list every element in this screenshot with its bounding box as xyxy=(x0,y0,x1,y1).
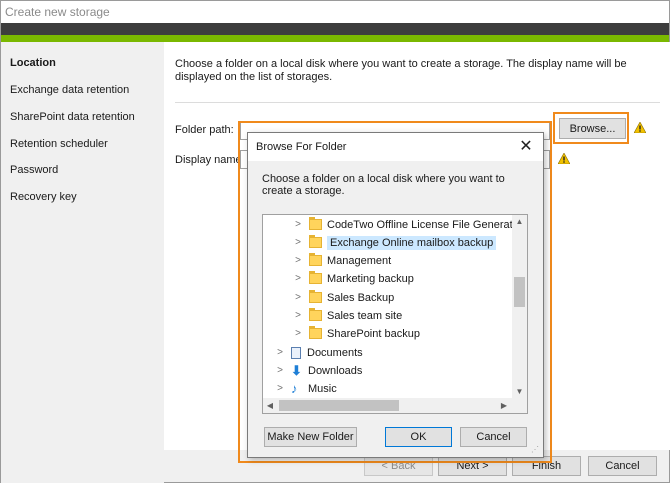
folder-icon xyxy=(309,308,322,321)
chevron-right-icon[interactable]: > xyxy=(293,310,303,321)
tree-item-sales-backup[interactable]: > Sales Backup xyxy=(293,289,394,306)
header-dark-bar xyxy=(1,23,669,35)
tree-item-label: CodeTwo Offline License File Generat xyxy=(327,218,513,231)
browse-highlight xyxy=(553,112,629,144)
sidebar-item-location[interactable]: Location xyxy=(10,57,56,69)
downloads-icon: ⬇ xyxy=(291,363,302,378)
tree-item-label: Music xyxy=(308,382,337,395)
chevron-right-icon[interactable]: > xyxy=(275,347,285,358)
make-new-folder-button[interactable]: Make New Folder xyxy=(264,427,357,447)
chevron-right-icon[interactable]: > xyxy=(293,255,303,266)
tree-item-documents[interactable]: > Documents xyxy=(275,344,363,361)
window-titlebar: Create new storage xyxy=(1,1,669,23)
tree-item-sales-team-site[interactable]: > Sales team site xyxy=(293,307,402,324)
display-name-warning-icon xyxy=(558,153,570,164)
chevron-right-icon[interactable]: > xyxy=(293,292,303,303)
tree-item-label: Documents xyxy=(307,346,363,359)
scroll-right-icon[interactable]: ▶ xyxy=(497,398,511,413)
dialog-title: Browse For Folder xyxy=(256,141,347,153)
tree-item-codetwo-license[interactable]: > CodeTwo Offline License File Generat xyxy=(293,216,513,233)
sidebar-item-password[interactable]: Password xyxy=(10,164,58,176)
sidebar-item-retention-scheduler[interactable]: Retention scheduler xyxy=(10,138,108,150)
tree-item-management[interactable]: > Management xyxy=(293,252,391,269)
tree-item-label: Downloads xyxy=(308,364,363,377)
tree-vertical-scrollbar[interactable]: ▲ ▼ xyxy=(512,215,527,399)
tree-item-label: Management xyxy=(327,254,392,267)
chevron-right-icon[interactable]: > xyxy=(275,383,285,394)
folder-path-warning-icon xyxy=(634,122,646,133)
dialog-titlebar: Browse For Folder ✕ xyxy=(248,133,543,161)
header-accent-bar xyxy=(1,35,669,42)
folder-icon xyxy=(309,253,322,266)
folder-path-label: Folder path: xyxy=(175,124,234,136)
window-title: Create new storage xyxy=(5,5,110,19)
tree-item-marketing-backup[interactable]: > Marketing backup xyxy=(293,270,414,287)
vertical-scroll-thumb[interactable] xyxy=(514,277,525,307)
location-description: Choose a folder on a local disk where yo… xyxy=(175,58,627,83)
browse-for-folder-dialog: Browse For Folder ✕ Choose a folder on a… xyxy=(247,132,544,458)
music-icon: ♪ xyxy=(291,381,298,396)
folder-icon xyxy=(309,326,322,339)
ok-button[interactable]: OK xyxy=(385,427,452,447)
tree-item-label: Sales team site xyxy=(327,309,403,322)
tree-item-exchange-backup[interactable]: > Exchange Online mailbox backup xyxy=(293,234,497,251)
folder-icon xyxy=(309,290,322,303)
display-name-label: Display name: xyxy=(175,154,245,166)
chevron-right-icon[interactable]: > xyxy=(293,328,303,339)
sidebar-item-exchange-retention[interactable]: Exchange data retention xyxy=(10,84,129,96)
create-storage-window: Create new storage Location Exchange dat… xyxy=(0,0,670,483)
documents-icon xyxy=(291,346,301,359)
folder-tree[interactable]: > CodeTwo Offline License File Generat >… xyxy=(262,214,528,414)
tree-item-label: SharePoint backup xyxy=(327,327,420,340)
tree-item-label: Exchange Online mailbox backup xyxy=(327,235,497,250)
close-icon[interactable]: ✕ xyxy=(517,138,535,156)
scroll-down-icon[interactable]: ▼ xyxy=(512,385,527,399)
sidebar-item-recovery-key[interactable]: Recovery key xyxy=(10,191,77,203)
folder-icon xyxy=(309,217,322,230)
tree-item-music[interactable]: > ♪ Music xyxy=(275,380,337,397)
dialog-cancel-button[interactable]: Cancel xyxy=(460,427,527,447)
resize-grip-icon[interactable]: ⋰ xyxy=(531,445,541,455)
chevron-right-icon[interactable]: > xyxy=(275,365,285,376)
scroll-up-icon[interactable]: ▲ xyxy=(512,215,527,229)
tree-item-sharepoint-backup[interactable]: > SharePoint backup xyxy=(293,325,420,342)
chevron-right-icon[interactable]: > xyxy=(293,219,303,230)
wizard-sidebar: Location Exchange data retention SharePo… xyxy=(1,42,164,483)
tree-item-label: Sales Backup xyxy=(327,291,395,304)
tree-item-label: Marketing backup xyxy=(327,272,414,285)
dialog-description: Choose a folder on a local disk where yo… xyxy=(262,173,505,197)
scroll-left-icon[interactable]: ◀ xyxy=(263,398,277,413)
content-divider xyxy=(175,102,660,103)
folder-icon xyxy=(309,235,322,248)
chevron-right-icon[interactable]: > xyxy=(293,237,303,248)
chevron-right-icon[interactable]: > xyxy=(293,273,303,284)
tree-item-downloads[interactable]: > ⬇ Downloads xyxy=(275,362,362,379)
folder-icon xyxy=(309,271,322,284)
tree-horizontal-scrollbar[interactable]: ◀ ▶ xyxy=(263,398,527,413)
sidebar-item-sharepoint-retention[interactable]: SharePoint data retention xyxy=(10,111,135,123)
horizontal-scroll-thumb[interactable] xyxy=(279,400,399,411)
cancel-button[interactable]: Cancel xyxy=(588,456,657,476)
